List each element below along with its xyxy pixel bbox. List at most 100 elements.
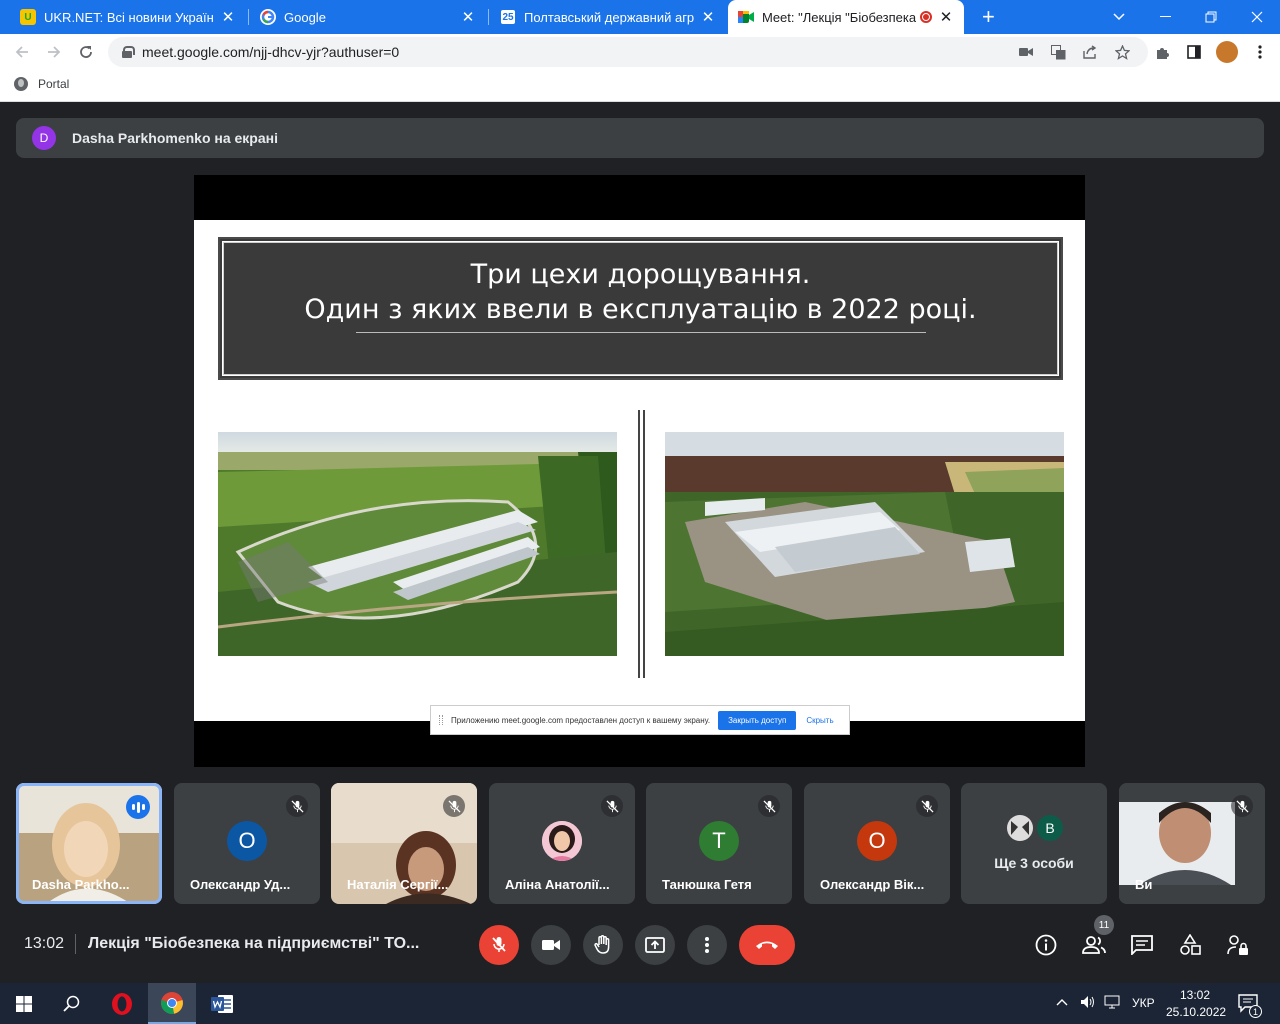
participant-photo-avatar	[542, 821, 582, 861]
leave-call-button[interactable]	[739, 925, 795, 965]
participant-tile[interactable]: Наталія Сергії...	[331, 783, 477, 904]
url-text[interactable]: meet.google.com/njj-dhcv-yjr?authuser=0	[142, 44, 399, 60]
meet-favicon-icon	[738, 9, 754, 25]
globe-icon	[14, 77, 28, 91]
drag-handle-icon[interactable]	[439, 715, 443, 725]
tab-university[interactable]: 25 Полтавський державний аграрн ✕	[490, 0, 726, 34]
screen-share-notice: Приложению meet.google.com предоставлен …	[430, 705, 850, 735]
more-participants-tile[interactable]: В Ще 3 особи	[961, 783, 1107, 904]
network-icon[interactable]	[1104, 995, 1122, 1012]
extensions-icon[interactable]	[1154, 44, 1170, 60]
self-tile[interactable]: Ви	[1119, 783, 1265, 904]
windows-start-icon[interactable]	[0, 983, 48, 1024]
camera-icon	[542, 940, 560, 950]
browser-tab-strip: U UKR.NET: Всі новини України, ос ✕ Goog…	[0, 0, 1280, 34]
profile-avatar-icon[interactable]	[1216, 41, 1238, 63]
mic-off-icon	[758, 795, 780, 817]
lock-icon[interactable]	[122, 46, 135, 58]
tab-separator	[488, 9, 489, 25]
recording-icon	[920, 11, 932, 23]
calendar-favicon-icon: 25	[500, 9, 516, 25]
tab-close-icon[interactable]: ✕	[220, 8, 236, 26]
presenter-avatar: D	[32, 126, 56, 150]
tray-date[interactable]: 25.10.2022	[1166, 1005, 1226, 1019]
tab-ukrnet[interactable]: U UKR.NET: Всі новини України, ос ✕	[10, 0, 246, 34]
camera-in-use-icon[interactable]	[1018, 44, 1034, 60]
close-window-icon[interactable]	[1234, 0, 1280, 34]
participant-avatar: Т	[699, 821, 739, 861]
minimize-icon[interactable]	[1142, 0, 1188, 34]
people-icon	[1082, 936, 1106, 954]
present-screen-button[interactable]	[635, 925, 675, 965]
mic-off-icon	[1231, 795, 1253, 817]
back-icon[interactable]	[10, 40, 34, 64]
tray-time[interactable]: 13:02	[1180, 988, 1210, 1002]
participant-name: Наталія Сергії...	[347, 877, 449, 892]
browser-toolbar: meet.google.com/njj-dhcv-yjr?authuser=0	[0, 34, 1280, 70]
slide-title-line1: Три цехи дорощування.	[470, 259, 811, 290]
tab-google[interactable]: Google ✕	[250, 0, 486, 34]
participant-name: Олександр Уд...	[190, 877, 291, 892]
bookmark-star-icon[interactable]	[1114, 44, 1130, 60]
tab-close-icon[interactable]: ✕	[700, 8, 716, 26]
tab-close-icon[interactable]: ✕	[938, 8, 954, 26]
participant-avatar: О	[857, 821, 897, 861]
share-icon[interactable]	[1082, 44, 1098, 60]
chat-icon	[1131, 935, 1153, 955]
aerial-photo-farm-1	[218, 432, 617, 656]
aerial-photo-farm-2	[665, 432, 1064, 656]
meeting-clock: 13:02	[24, 935, 65, 952]
raise-hand-button[interactable]	[583, 925, 623, 965]
participant-avatar: В	[1037, 815, 1063, 841]
clock-separator	[75, 934, 76, 954]
participant-name: Танюшка Гетя	[662, 877, 752, 892]
chrome-icon[interactable]	[148, 983, 196, 1024]
tab-search-icon[interactable]	[1096, 0, 1142, 34]
bookmark-label: Portal	[38, 77, 70, 91]
forward-icon[interactable]	[42, 40, 66, 64]
new-tab-button[interactable]: +	[972, 0, 1002, 34]
translate-icon[interactable]	[1050, 44, 1066, 60]
opera-icon[interactable]	[98, 983, 146, 1024]
mic-off-icon	[286, 795, 308, 817]
presentation-slide: Три цехи дорощування. Один з яких ввели …	[194, 220, 1085, 721]
volume-icon[interactable]	[1080, 995, 1096, 1012]
menu-kebab-icon[interactable]	[1252, 44, 1268, 60]
activities-button[interactable]	[1174, 929, 1206, 961]
stop-sharing-button[interactable]: Закрыть доступ	[718, 710, 797, 730]
address-bar[interactable]: meet.google.com/njj-dhcv-yjr?authuser=0	[108, 37, 1148, 67]
restore-icon[interactable]	[1188, 0, 1234, 34]
participant-tile[interactable]: Т Танюшка Гетя	[646, 783, 792, 904]
microphone-toggle-button[interactable]	[479, 925, 519, 965]
chat-button[interactable]	[1126, 929, 1158, 961]
camera-toggle-button[interactable]	[531, 925, 571, 965]
bookmark-portal[interactable]: Portal	[14, 77, 69, 91]
speaking-indicator-icon	[126, 795, 150, 819]
host-controls-button[interactable]	[1222, 929, 1254, 961]
tab-close-icon[interactable]: ✕	[460, 8, 476, 26]
reload-icon[interactable]	[74, 40, 98, 64]
input-language[interactable]: УКР	[1132, 996, 1155, 1010]
people-count-badge: 11	[1094, 915, 1114, 935]
search-icon[interactable]	[48, 983, 96, 1024]
show-hidden-icons-icon[interactable]	[1056, 995, 1068, 1009]
participant-tile[interactable]: Аліна Анатолії...	[489, 783, 635, 904]
side-panel-icon[interactable]	[1186, 44, 1202, 60]
participant-name: Dasha Parkho...	[32, 877, 130, 892]
participant-photo-avatar	[1007, 815, 1033, 841]
tab-meet[interactable]: Meet: "Лекція "Біобезпека н ✕	[728, 0, 964, 34]
word-icon[interactable]	[198, 983, 246, 1024]
participant-tile[interactable]: О Олександр Вік...	[804, 783, 950, 904]
meeting-details-button[interactable]	[1030, 929, 1062, 961]
hide-notice-button[interactable]: Скрыть	[806, 716, 833, 725]
shared-screen[interactable]: Три цехи дорощування. Один з яких ввели …	[194, 175, 1085, 767]
participant-avatar: О	[227, 821, 267, 861]
tab-title: Google	[284, 9, 326, 25]
participant-tile[interactable]: Dasha Parkho...	[16, 783, 162, 904]
share-notice-text: Приложению meet.google.com предоставлен …	[451, 715, 711, 725]
participant-name: Ви	[1135, 877, 1153, 892]
bookmarks-bar: Portal	[0, 70, 1280, 102]
more-avatars: В	[1007, 815, 1063, 841]
participant-tile[interactable]: О Олександр Уд...	[174, 783, 320, 904]
more-options-button[interactable]	[687, 925, 727, 965]
